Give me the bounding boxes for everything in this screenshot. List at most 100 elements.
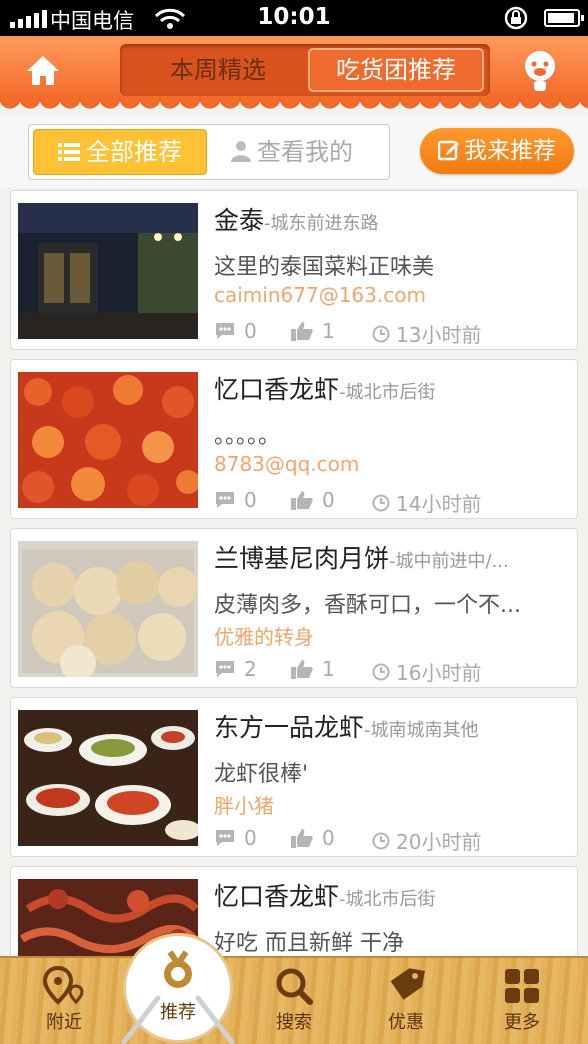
- tab-nearby[interactable]: 附近: [24, 966, 104, 1042]
- tab-recommend-label: 推荐: [160, 1002, 196, 1023]
- list-icon: [58, 143, 80, 161]
- list-item[interactable]: 兰博基尼肉月饼-城中前进中/... 皮薄肉多，香酥可口，一个不... 优雅的转身…: [10, 528, 578, 688]
- comment-icon: [216, 492, 234, 508]
- tab-search-label: 搜索: [276, 1012, 312, 1033]
- restaurant-photo: [18, 203, 198, 339]
- comment-count-value: 0: [244, 319, 257, 343]
- post-time: 13小时前: [372, 319, 481, 348]
- tab-view-mine[interactable]: 查看我的: [229, 129, 385, 175]
- restaurant-location: -城北市后街: [339, 889, 436, 910]
- price-tag-icon: [390, 968, 425, 1000]
- seafood-feast-photo: [18, 710, 198, 846]
- person-icon: [231, 141, 251, 162]
- thumbs-up-icon: [291, 660, 313, 679]
- post-time-value: 16小时前: [396, 661, 482, 685]
- mascot-icon: [525, 51, 555, 91]
- tab-all-recommendations[interactable]: 全部推荐: [33, 129, 207, 175]
- restaurant-name: 兰博基尼肉月饼: [214, 544, 390, 573]
- comment-count[interactable]: 0: [214, 319, 257, 343]
- item-meta: 0 0 20小时前: [214, 826, 564, 854]
- comment-count-value: 0: [244, 488, 257, 512]
- list-item[interactable]: 忆口香龙虾-城北市后街 。。。。。 8783@qq.com 0 0 14小时前: [10, 359, 578, 519]
- like-count-value: 1: [322, 319, 335, 343]
- list-item[interactable]: 忆口香龙虾-城北市后街 好吃 而且新鲜 干净: [10, 866, 578, 956]
- tab-deals[interactable]: 优惠: [366, 966, 446, 1042]
- list-item[interactable]: 金泰-城东前进东路 这里的泰国菜料正味美 caimin677@163.com 0…: [10, 190, 578, 350]
- add-recommendation-button[interactable]: 我来推荐: [420, 128, 574, 174]
- comment-icon: [216, 661, 234, 677]
- item-author[interactable]: 8783@qq.com: [214, 452, 359, 476]
- like-count-value: 0: [322, 488, 335, 512]
- post-time: 16小时前: [372, 657, 481, 686]
- post-time: 20小时前: [372, 826, 481, 855]
- item-description: 这里的泰国菜料正味美: [214, 255, 435, 280]
- header-scallop-border: [0, 98, 588, 114]
- post-time: 14小时前: [372, 488, 481, 517]
- medal-icon: [121, 950, 235, 1044]
- like-count[interactable]: 0: [290, 488, 335, 512]
- restaurant-location: -城东前进东路: [264, 213, 379, 234]
- item-meta: 0 1 13小时前: [214, 319, 564, 347]
- comment-icon: [216, 830, 234, 846]
- item-description: 。。。。。: [214, 424, 281, 449]
- tab-more-label: 更多: [504, 1012, 540, 1033]
- restaurant-location: -城中前进中/...: [389, 551, 509, 572]
- status-bar: 中国电信 10:01: [0, 0, 588, 36]
- restaurant-location: -城南城南其他: [364, 720, 479, 741]
- item-description: 皮薄肉多，香酥可口，一个不...: [214, 593, 521, 618]
- battery-icon: [544, 9, 584, 27]
- item-author[interactable]: caimin677@163.com: [214, 283, 426, 307]
- tab-nearby-label: 附近: [46, 1012, 82, 1033]
- post-time-value: 13小时前: [396, 323, 482, 347]
- restaurant-name: 东方一品龙虾: [214, 713, 365, 742]
- item-author[interactable]: 胖小猪: [214, 790, 274, 819]
- tab-more[interactable]: 更多: [482, 966, 562, 1042]
- filter-bar: 全部推荐 查看我的 我来推荐: [0, 116, 588, 188]
- profile-button[interactable]: [518, 48, 562, 94]
- tab-search[interactable]: 搜索: [254, 966, 334, 1042]
- comment-count[interactable]: 0: [214, 826, 257, 850]
- comment-count[interactable]: 0: [214, 488, 257, 512]
- comment-count[interactable]: 2: [214, 657, 257, 681]
- mooncake-photo: [18, 541, 198, 677]
- grid-icon: [505, 969, 539, 1003]
- recommendation-list: 金泰-城东前进东路 这里的泰国菜料正味美 caimin677@163.com 0…: [0, 188, 588, 956]
- filter-tabs: 全部推荐 查看我的: [28, 124, 390, 180]
- restaurant-location: -城北市后街: [339, 382, 436, 403]
- like-count[interactable]: 1: [290, 319, 335, 343]
- like-count[interactable]: 0: [290, 826, 335, 850]
- restaurant-name: 金泰: [214, 206, 265, 235]
- like-count[interactable]: 1: [290, 657, 335, 681]
- item-meta: 2 1 16小时前: [214, 657, 564, 685]
- header-segmented-control: 本周精选 吃货团推荐: [120, 44, 490, 96]
- thumbs-up-icon: [291, 829, 313, 848]
- clock: 10:01: [257, 4, 331, 30]
- rotation-lock-icon: [502, 6, 530, 34]
- item-author[interactable]: 优雅的转身: [214, 621, 314, 650]
- tab-foodie-recommend[interactable]: 吃货团推荐: [308, 48, 484, 92]
- crayfish-photo: [18, 372, 198, 508]
- clock-icon: [372, 325, 390, 342]
- item-title: 东方一品龙虾-城南城南其他: [214, 708, 569, 744]
- post-time-value: 20小时前: [396, 830, 482, 854]
- tab-weekly-picks[interactable]: 本周精选: [130, 50, 306, 90]
- restaurant-name: 忆口香龙虾: [214, 882, 340, 911]
- list-item[interactable]: 东方一品龙虾-城南城南其他 龙虾很棒' 胖小猪 0 0 20小时前: [10, 697, 578, 857]
- add-recommendation-label: 我来推荐: [464, 138, 556, 164]
- clock-icon: [372, 832, 390, 849]
- tab-mine-label: 查看我的: [257, 138, 353, 166]
- item-title: 金泰-城东前进东路: [214, 201, 569, 237]
- tab-recommend[interactable]: 推荐: [118, 930, 238, 1044]
- item-title: 忆口香龙虾-城北市后街: [214, 370, 569, 406]
- comment-count-value: 0: [244, 826, 257, 850]
- location-pin-icon: [42, 966, 84, 1005]
- item-meta: 0 0 14小时前: [214, 488, 564, 516]
- bottom-tab-bar: 附近 搜索 优惠 更多: [0, 956, 588, 1044]
- item-description: 龙虾很棒': [214, 762, 309, 787]
- thumbs-up-icon: [291, 491, 313, 510]
- clock-icon: [372, 663, 390, 680]
- like-count-value: 1: [322, 657, 335, 681]
- item-description: 好吃 而且新鲜 干净: [214, 931, 404, 956]
- edit-icon: [437, 140, 459, 161]
- home-button[interactable]: [24, 52, 62, 90]
